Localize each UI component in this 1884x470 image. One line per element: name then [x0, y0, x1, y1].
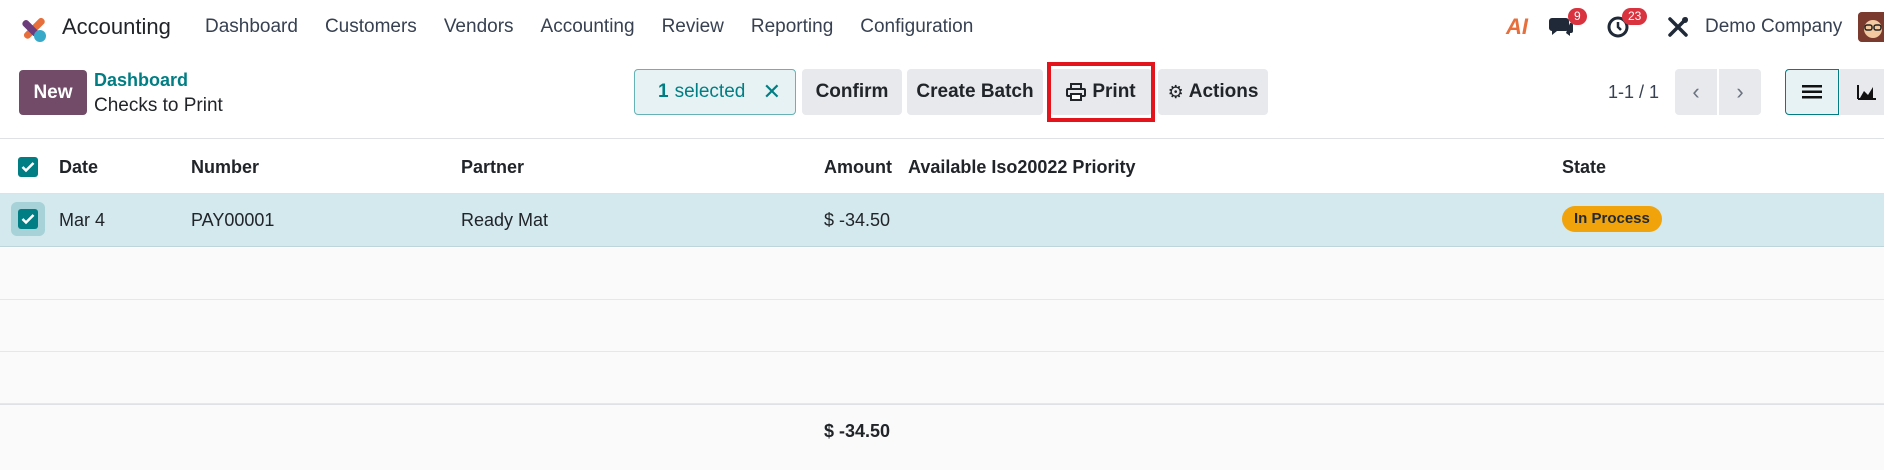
actions-label: Actions: [1188, 81, 1259, 102]
menu-customers[interactable]: Customers: [325, 16, 417, 38]
column-state[interactable]: State: [1562, 157, 1606, 178]
selected-label: selected: [674, 81, 746, 102]
empty-row: [0, 352, 1884, 404]
actions-button[interactable]: ⚙ Actions: [1158, 69, 1268, 115]
empty-row: [0, 248, 1884, 300]
chevron-right-icon: ›: [1736, 79, 1744, 104]
empty-row: [0, 300, 1884, 352]
column-date[interactable]: Date: [59, 157, 98, 178]
menu-accounting[interactable]: Accounting: [541, 16, 635, 38]
cell-number: PAY00001: [191, 210, 275, 230]
company-switcher[interactable]: Demo Company: [1705, 16, 1842, 38]
cell-partner: Ready Mat: [461, 210, 549, 230]
amount-total: $ -34.50: [824, 421, 891, 441]
avatar-face-icon: [1858, 12, 1884, 42]
menu-reporting[interactable]: Reporting: [751, 16, 833, 38]
column-partner[interactable]: Partner: [461, 157, 524, 178]
menu-configuration[interactable]: Configuration: [860, 16, 973, 38]
pager-next-button[interactable]: ›: [1719, 69, 1761, 115]
menu-vendors[interactable]: Vendors: [444, 16, 514, 38]
pager-value[interactable]: 1-1 / 1: [1608, 82, 1659, 103]
activities-button[interactable]: 23: [1606, 8, 1656, 44]
selected-count: 1: [658, 81, 669, 102]
graph-view-button[interactable]: [1840, 69, 1884, 115]
select-all-checkbox[interactable]: [18, 157, 38, 177]
row-checkbox[interactable]: [18, 209, 38, 229]
menu-dashboard[interactable]: Dashboard: [205, 16, 298, 38]
top-navbar: Accounting Dashboard Customers Vendors A…: [0, 0, 1884, 54]
area-chart-icon: [1857, 85, 1876, 100]
accounting-app-icon[interactable]: [18, 13, 48, 43]
print-highlight-box: [1047, 62, 1155, 122]
chevron-left-icon: ‹: [1692, 79, 1700, 104]
check-icon: [21, 214, 35, 225]
create-batch-button[interactable]: Create Batch: [907, 69, 1043, 115]
user-avatar[interactable]: [1858, 12, 1884, 42]
pager-previous-button[interactable]: ‹: [1675, 69, 1717, 115]
clear-selection-icon[interactable]: ✕: [763, 79, 781, 105]
column-number[interactable]: Number: [191, 157, 259, 178]
status-badge: In Process: [1562, 206, 1662, 232]
table-row[interactable]: Mar 4 PAY00001 Ready Mat $ -34.50 In Pro…: [0, 194, 1884, 247]
cell-amount: $ -34.50: [824, 210, 891, 230]
gear-icon: ⚙: [1167, 81, 1184, 102]
new-button[interactable]: New: [19, 70, 87, 115]
column-amount[interactable]: Amount: [824, 157, 892, 178]
tools-icon: [1668, 17, 1688, 37]
ai-button[interactable]: AI: [1506, 10, 1528, 44]
app-title[interactable]: Accounting: [62, 14, 171, 40]
table-header: Date Number Partner Amount Available Iso…: [0, 138, 1884, 194]
check-icon: [21, 162, 35, 173]
messages-badge: 9: [1568, 8, 1587, 25]
ai-icon: AI: [1506, 14, 1528, 39]
main-menu: Dashboard Customers Vendors Accounting R…: [205, 16, 1000, 38]
list-view-button[interactable]: [1785, 69, 1839, 115]
menu-review[interactable]: Review: [662, 16, 724, 38]
list-icon: [1802, 85, 1822, 99]
messages-button[interactable]: 9: [1548, 8, 1588, 44]
column-iso20022-priority[interactable]: Available Iso20022 Priority: [908, 157, 1135, 178]
table-footer: $ -34.50: [0, 404, 1884, 470]
breadcrumb-current: Checks to Print: [94, 95, 223, 116]
debug-tools-button[interactable]: [1666, 10, 1690, 44]
breadcrumb-dashboard[interactable]: Dashboard: [94, 70, 188, 91]
selection-indicator: 1 selected ✕: [634, 69, 796, 115]
cell-date: Mar 4: [59, 210, 106, 230]
confirm-button[interactable]: Confirm: [802, 69, 902, 115]
activities-badge: 23: [1622, 8, 1648, 25]
